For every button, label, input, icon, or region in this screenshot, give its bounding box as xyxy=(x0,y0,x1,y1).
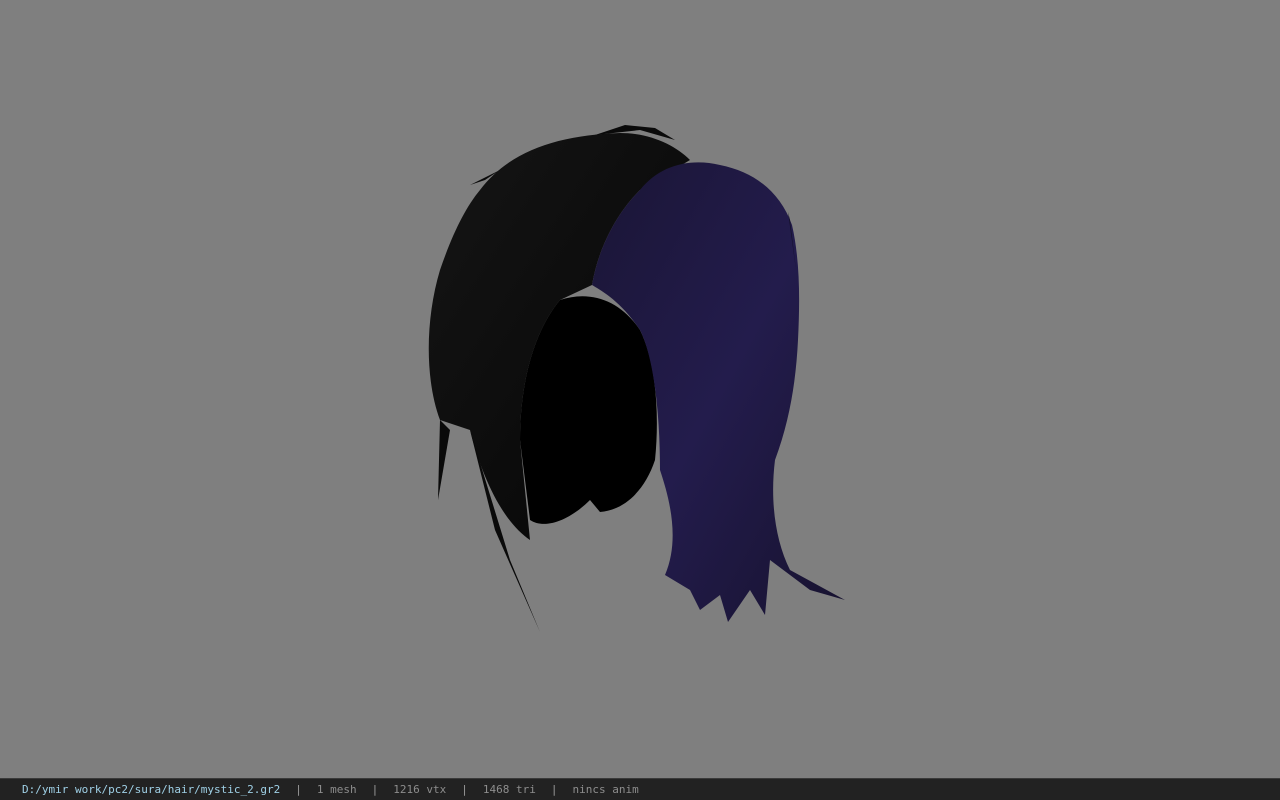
status-separator: | xyxy=(295,783,302,796)
3d-viewport[interactable] xyxy=(0,0,1280,778)
animation-status: nincs anim xyxy=(572,783,639,796)
status-separator: | xyxy=(550,783,558,796)
status-bar: D:/ymir work/pc2/sura/hair/mystic_2.gr2 … xyxy=(0,778,1280,800)
status-separator: | xyxy=(371,783,379,796)
mesh-count: 1 mesh xyxy=(316,783,357,796)
file-path: D:/ymir work/pc2/sura/hair/mystic_2.gr2 xyxy=(22,783,281,796)
status-separator: | xyxy=(461,783,468,796)
hair-model-render xyxy=(428,125,845,632)
triangle-count: 1468 tri xyxy=(482,783,536,796)
vertex-count: 1216 vtx xyxy=(393,783,447,796)
